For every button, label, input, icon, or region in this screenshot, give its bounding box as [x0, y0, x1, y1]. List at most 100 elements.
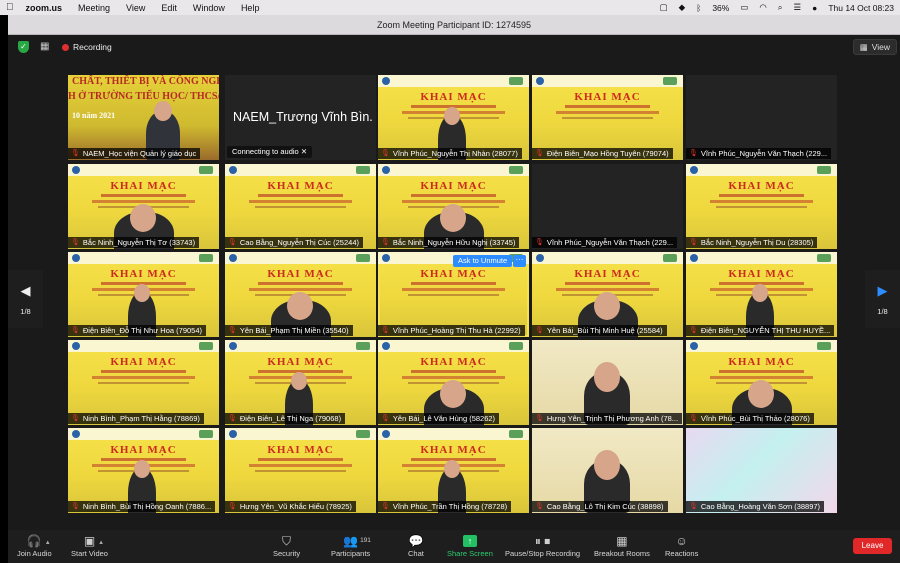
slide-text-line [556, 111, 659, 114]
participant-tile[interactable]: KHAI MẠC 🎙 Ninh Bình_Phạm Thị Hằng (78869) [68, 340, 219, 425]
security-shield-icon[interactable]: ✓ [18, 41, 29, 53]
status-icon[interactable]: ▢ [660, 2, 668, 13]
school-logo-icon [382, 77, 390, 85]
participant-tile[interactable]: KHAI MẠC 🎙 Vĩnh Phúc_Hoàng Thị Thu Hà (229… [378, 252, 529, 337]
school-logo-icon [229, 166, 237, 174]
menu-view[interactable]: View [126, 3, 145, 13]
speaker-face [154, 101, 172, 121]
participant-face [440, 380, 466, 408]
participant-tile[interactable]: KHAI MẠC 🎙 Bắc Ninh_Nguyễn Hữu Nghị (33745… [378, 164, 529, 249]
slide-heading: KHAI MẠC [574, 91, 641, 103]
participant-tile[interactable]: 🎙 Vĩnh Phúc_Nguyễn Văn Thạch (229... [532, 164, 683, 249]
pause-stop-recording-button[interactable]: ⏸ ⏹ Pause/Stop Recording [505, 533, 580, 558]
mic-muted-icon: 🎙 [228, 503, 237, 510]
page-next-button[interactable]: ▶ 1/8 [865, 270, 900, 328]
chat-button[interactable]: 💬 Chat [408, 533, 424, 558]
participant-name: Vĩnh Phúc_Nguyễn Thị Nhàn (28077) [392, 149, 518, 158]
participant-tile[interactable]: KHAI MẠC 🎙 Bắc Ninh_Nguyễn Thị Tơ (33743) [68, 164, 219, 249]
participant-tile[interactable]: KHAI MẠC 🎙 Bắc Ninh_Nguyễn Thị Du (28305) [686, 164, 837, 249]
menu-help[interactable]: Help [241, 3, 260, 13]
participant-tile[interactable]: KHAI MẠC 🎙 Hưng Yên_Vũ Khắc Hiếu (78925) [225, 428, 376, 513]
dropbox-icon[interactable]: ◆ [679, 2, 686, 13]
slide-text: 10 năm 2021 [72, 111, 116, 120]
slide-heading: KHAI MẠC [420, 180, 487, 192]
participant-name: NAEM_Học viện Quản lý giáo dục [82, 149, 197, 158]
participant-tile[interactable]: KHAI MẠC 🎙 Điện Biên_Mạo Hồng Tuyên (79074… [532, 75, 683, 160]
participant-tile[interactable]: KHAI MẠC 🎙 Điện Biên_Đỗ Thị Như Hoa (79054… [68, 252, 219, 337]
school-logo-icon [382, 254, 390, 262]
mic-muted-icon: 🎙 [381, 239, 390, 246]
reactions-button[interactable]: ☺ Reactions [665, 533, 698, 558]
meeting-info-icon[interactable]: ▦ [40, 41, 51, 52]
participant-face [594, 362, 620, 392]
slide-text-line [402, 376, 505, 379]
participant-tile[interactable]: KHAI MẠC 🎙 Yên Bái_Bùi Thị Minh Huệ (25584… [532, 252, 683, 337]
school-logo-icon [229, 430, 237, 438]
chevron-up-icon[interactable]: ▲ [98, 535, 104, 551]
menu-meeting[interactable]: Meeting [78, 3, 110, 13]
ask-to-unmute-button[interactable]: Ask to Unmute [453, 255, 513, 267]
mic-muted-icon: 🎙 [228, 327, 237, 334]
participant-tile[interactable]: KHAI MẠC 🎙 Yên Bái_Lê Văn Hùng (58262) [378, 340, 529, 425]
participant-tile[interactable]: 🎙 Hưng Yên_Trịnh Thị Phương Anh (78... [532, 340, 683, 425]
bluetooth-icon[interactable]: ᛒ [696, 3, 701, 13]
breakout-rooms-icon: ▦ [616, 534, 628, 548]
leave-button[interactable]: Leave [853, 538, 892, 554]
breakout-rooms-button[interactable]: ▦ Breakout Rooms [594, 533, 650, 558]
slide-text-line [98, 382, 189, 384]
menu-window[interactable]: Window [193, 3, 225, 13]
participant-tile[interactable]: 🎙 Cao Bằng_Hoàng Văn Sơn (38897) [686, 428, 837, 513]
share-screen-button[interactable]: ↑ Share Screen [447, 533, 493, 558]
datetime[interactable]: Thu 14 Oct 08:23 [828, 3, 894, 13]
start-video-button[interactable]: ▣ ▲ Start Video [71, 533, 108, 558]
participant-name-tag: 🎙 Điện Biên_NGUYỄN THỊ THU HUYỀ... [686, 325, 835, 336]
participant-tile[interactable]: KHAI MẠC 🎙 Cao Bằng_Nguyễn Thị Cúc (25244) [225, 164, 376, 249]
window-title: Zoom Meeting Participant ID: 1274595 [376, 19, 532, 30]
participant-tile[interactable]: KHAI MẠC 🎙 Vĩnh Phúc_Trần Thị Hồng (78728) [378, 428, 529, 513]
wifi-icon[interactable]: ◠ [759, 2, 766, 13]
view-button[interactable]: ▦ View [852, 39, 897, 55]
security-label: Security [273, 549, 301, 558]
apple-icon[interactable]:  [6, 2, 14, 13]
participant-tile[interactable]: NAEM_Trương Vĩnh Bìn... Connecting to aud… [225, 75, 376, 160]
participant-tile[interactable]: KHAI MẠC 🎙 Điện Biên_Lê Thị Nga (79068) [225, 340, 376, 425]
recording-label: Recording [73, 42, 112, 52]
participant-tile[interactable]: KHAI MẠC 🎙 Vĩnh Phúc_Bùi Thị Thảo (28076) [686, 340, 837, 425]
close-icon[interactable]: ✕ [301, 147, 307, 156]
slide-text-line [101, 194, 186, 197]
participant-name: Vĩnh Phúc_Nguyễn Văn Thạch (229... [546, 238, 674, 247]
participant-name-tag: 🎙 Vĩnh Phúc_Nguyễn Văn Thạch (229... [686, 148, 832, 159]
slide-banner [225, 428, 376, 440]
participant-name-tag: 🎙 Vĩnh Phúc_Nguyễn Thị Nhàn (28077) [378, 148, 522, 159]
security-button[interactable]: ⛉ Security [273, 533, 300, 558]
battery-icon[interactable]: ▭ [740, 2, 748, 13]
participant-tile[interactable]: KHAI MẠC 🎙 Điện Biên_NGUYỄN THỊ THU HUYỀ..… [686, 252, 837, 337]
participants-icon: 👥 191 [343, 534, 371, 548]
control-center-icon[interactable]: ☰ [794, 2, 802, 13]
mic-muted-icon: 🎙 [535, 503, 544, 510]
page-prev-button[interactable]: ◀ 1/8 [8, 270, 43, 328]
connecting-audio-status[interactable]: Connecting to audio ✕ [227, 146, 313, 158]
chevron-up-icon[interactable]: ▲ [45, 535, 51, 551]
school-logo-icon [229, 254, 237, 262]
participant-tile[interactable]: KHAI MẠC 🎙 Vĩnh Phúc_Nguyễn Thị Nhàn (2807… [378, 75, 529, 160]
more-options-button[interactable]: ··· [513, 255, 526, 267]
slide-banner [532, 252, 683, 264]
participant-tile[interactable]: CHẤT, THIẾT BỊ VÀ CÔNG NGHỆ H Ở TRƯỜNG TI… [68, 75, 219, 160]
search-icon[interactable]: ⌕ [778, 2, 783, 13]
participant-tile[interactable]: KHAI MẠC 🎙 Ninh Bình_Bùi Thị Hồng Oanh (78… [68, 428, 219, 513]
menu-app-name[interactable]: zoom.us [26, 3, 63, 13]
siri-icon[interactable]: ● [812, 3, 817, 13]
participant-tile[interactable]: 🎙 Vĩnh Phúc_Nguyễn Văn Thạch (229... [686, 75, 837, 160]
participant-name-tag: 🎙 Vĩnh Phúc_Trần Thị Hồng (78728) [378, 501, 512, 512]
participant-name-tag: 🎙 Cao Bằng_Nguyễn Thị Cúc (25244) [225, 237, 363, 248]
participant-face [134, 460, 150, 478]
participant-tile[interactable]: KHAI MẠC 🎙 Yên Bái_Phạm Thị Miền (35540) [225, 252, 376, 337]
slide-banner [378, 340, 529, 352]
participant-tile[interactable]: 🎙 Cao Bằng_Lô Thị Kim Cúc (38898) [532, 428, 683, 513]
participants-button[interactable]: 👥 191 Participants [331, 533, 371, 558]
join-audio-button[interactable]: 🎧 ▲ Join Audio [17, 533, 52, 558]
slide-text-line [249, 200, 352, 203]
recording-indicator[interactable]: Recording [58, 40, 116, 54]
menu-edit[interactable]: Edit [161, 3, 177, 13]
